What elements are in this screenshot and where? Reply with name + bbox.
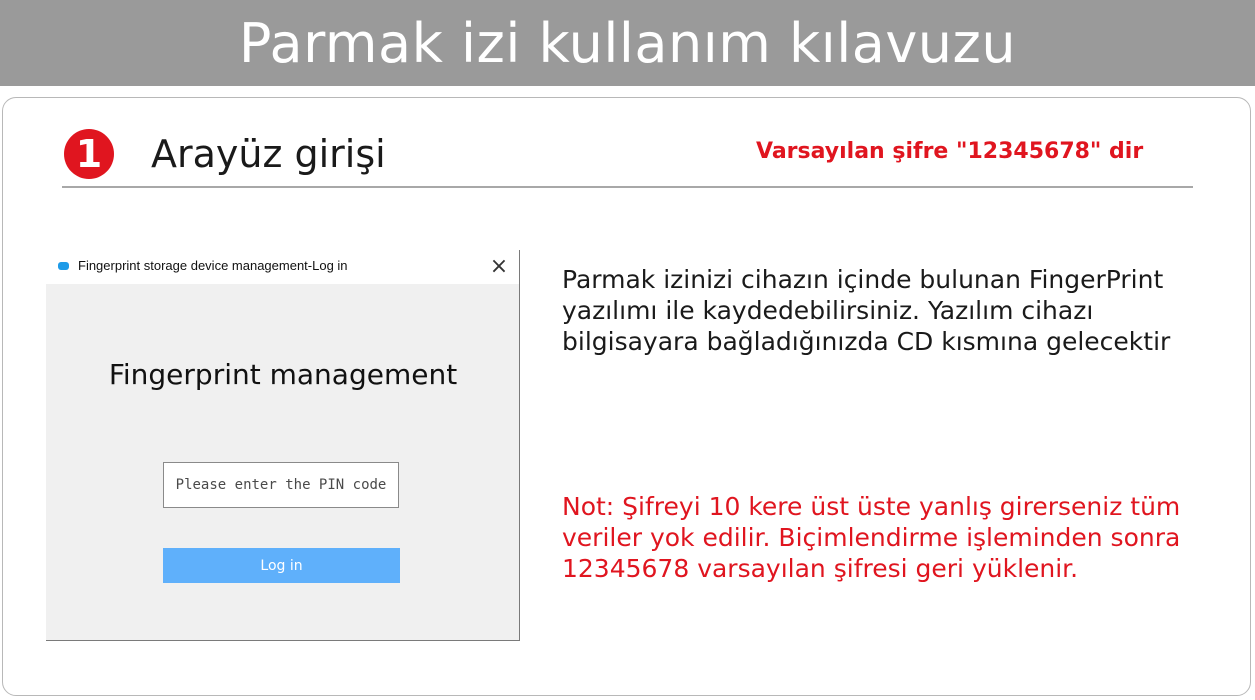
close-icon[interactable]: × [487, 254, 511, 279]
login-button[interactable]: Log in [163, 548, 400, 583]
fingerprint-app-icon [58, 262, 69, 270]
step-title: Arayüz girişi [151, 132, 386, 176]
description-text: Parmak izinizi cihazın içinde bulunan Fi… [562, 265, 1171, 356]
window-title: Fingerprint storage device management-Lo… [78, 258, 348, 273]
login-window: Fingerprint storage device management-Lo… [46, 250, 520, 641]
section-divider [62, 186, 1193, 188]
step-number-badge: 1 [64, 129, 114, 179]
pin-input[interactable] [163, 462, 399, 508]
login-heading: Fingerprint management [108, 358, 458, 391]
default-password-note: Varsayılan şifre "12345678" dir [756, 139, 1144, 164]
window-titlebar: Fingerprint storage device management-Lo… [46, 250, 519, 284]
warning-note: Not: Şifreyi 10 kere üst üste yanlış gir… [562, 492, 1181, 583]
page-banner-title: Parmak izi kullanım kılavuzu [0, 0, 1255, 86]
